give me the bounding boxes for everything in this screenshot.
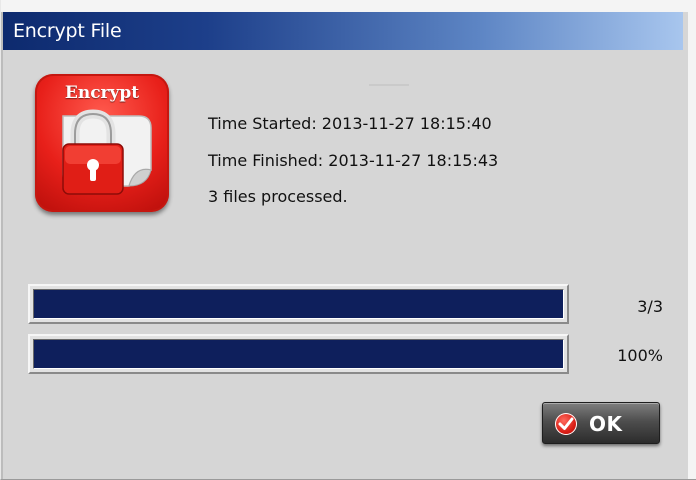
percent-progress-bar xyxy=(28,334,569,374)
window-right-edge xyxy=(688,0,696,479)
padlock-document-icon: Encrypt xyxy=(35,74,169,212)
ok-button-label: OK xyxy=(589,412,623,436)
progress-track xyxy=(33,289,564,319)
title-bar[interactable]: Encrypt File xyxy=(3,12,683,50)
app-icon-label: Encrypt xyxy=(64,83,140,103)
window-left-edge xyxy=(1,12,3,479)
progress-fill xyxy=(34,290,563,318)
progress-fill xyxy=(34,340,563,368)
file-count-label: 3/3 xyxy=(637,297,663,316)
window-top-edge xyxy=(1,0,696,12)
progress-track xyxy=(33,339,564,369)
encrypt-file-dialog: Encrypt File Encrypt Time Started: 2013-… xyxy=(0,0,696,480)
file-count-progress-bar xyxy=(28,284,569,324)
files-processed-text: 3 files processed. xyxy=(208,187,348,206)
percent-label: 100% xyxy=(617,346,663,365)
checkmark-icon xyxy=(555,413,577,435)
window-title: Encrypt File xyxy=(13,20,122,42)
faint-divider xyxy=(369,84,409,86)
ok-button[interactable]: OK xyxy=(542,402,660,444)
time-started-text: Time Started: 2013-11-27 18:15:40 xyxy=(208,114,492,133)
time-finished-text: Time Finished: 2013-11-27 18:15:43 xyxy=(208,151,499,170)
